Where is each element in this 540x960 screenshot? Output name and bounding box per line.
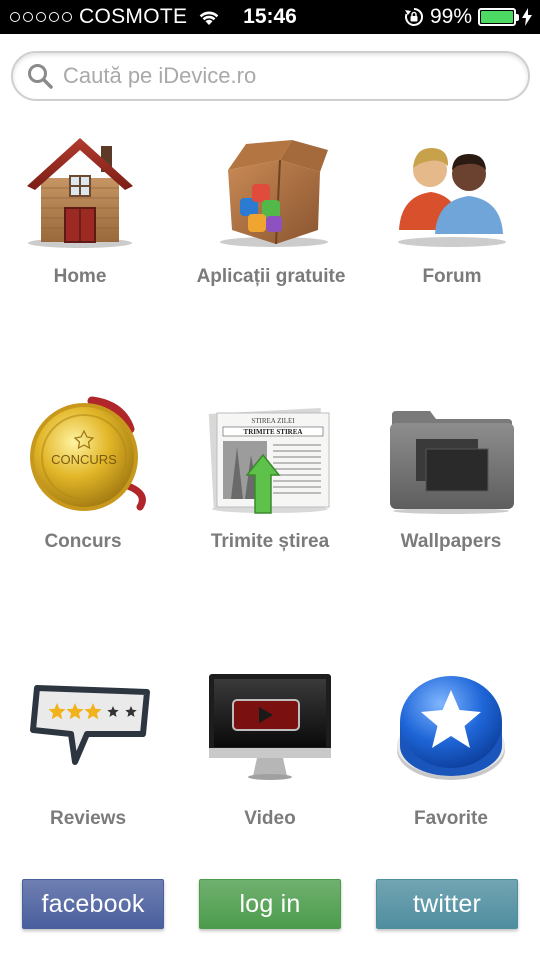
app-box-icon	[220, 140, 328, 247]
menu-label: Trimite știrea	[210, 531, 330, 552]
medal-icon: CONCURS	[30, 396, 146, 511]
rotation-lock-icon	[404, 8, 423, 26]
newspaper-upload-icon: STIREA ZILEI TRIMITE STIREA	[208, 408, 330, 514]
monitor-video-icon	[209, 674, 331, 780]
login-button[interactable]: log in	[199, 879, 341, 929]
house-icon	[27, 138, 133, 248]
menu-label: Video	[244, 808, 296, 829]
folder-icon	[390, 411, 514, 514]
star-button-icon	[397, 676, 505, 780]
menu-label: Favorite	[414, 808, 488, 829]
newspaper-headline: TRIMITE STIREA	[244, 428, 303, 436]
newspaper-masthead: STIREA ZILEI	[251, 417, 295, 425]
menu-free-apps[interactable]: Aplicații gratuite	[181, 130, 361, 288]
battery-icon	[478, 8, 519, 26]
search-bar[interactable]	[11, 51, 530, 101]
charging-bolt-icon	[522, 8, 532, 26]
people-icon	[398, 148, 506, 247]
menu-send-news[interactable]: STIREA ZILEI TRIMITE STIREA Trimite știr…	[180, 395, 360, 553]
menu-contest[interactable]: CONCURS Concurs	[0, 395, 173, 553]
menu-label: Aplicații gratuite	[196, 266, 346, 287]
twitter-button[interactable]: twitter	[376, 879, 518, 929]
menu-forum[interactable]: Forum	[362, 130, 540, 288]
menu-label: Home	[53, 266, 107, 287]
menu-video[interactable]: Video	[180, 672, 360, 830]
menu-wallpapers[interactable]: Wallpapers	[361, 395, 540, 553]
menu-label: Reviews	[49, 808, 127, 829]
medal-text: CONCURS	[51, 452, 117, 467]
menu-home[interactable]: Home	[0, 130, 170, 288]
battery-percent: 99%	[429, 5, 472, 28]
search-input[interactable]	[63, 63, 503, 89]
menu-label: Wallpapers	[400, 531, 502, 552]
status-bar: COSMOTE 15:46 99%	[0, 0, 540, 34]
status-right: 99%	[404, 0, 532, 34]
rating-bubble-icon	[30, 685, 150, 765]
menu-favorites[interactable]: Favorite	[361, 672, 540, 830]
menu-label: Forum	[422, 266, 482, 287]
menu-reviews[interactable]: Reviews	[0, 672, 178, 830]
search-icon	[28, 64, 53, 89]
menu-label: Concurs	[44, 531, 122, 552]
facebook-button[interactable]: facebook	[22, 879, 164, 929]
